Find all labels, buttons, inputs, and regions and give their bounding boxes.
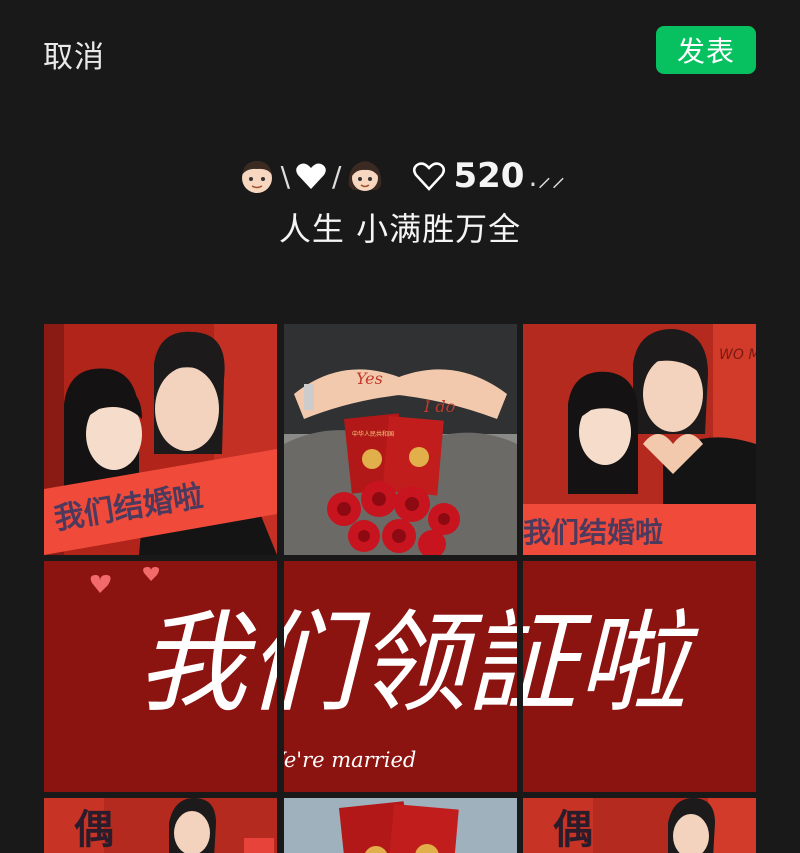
heart-outline-icon — [413, 162, 446, 191]
certificate-closeup-photo — [284, 798, 517, 853]
slash-mark: / — [332, 159, 342, 193]
caption-line-2: 人生 小满胜万全 — [278, 210, 522, 248]
hand-text-left: Yes — [356, 369, 383, 388]
post-caption[interactable]: \ / 520 .⸝⸝ 人生 小满胜万全 — [0, 150, 800, 248]
title-glyph: 我们领証啦 — [523, 599, 699, 727]
photo-thumbnail[interactable]: 我们 — [44, 561, 277, 792]
title-photo-center: 我们领証啦 We're married — [284, 561, 517, 792]
heart-icon — [296, 163, 326, 189]
caption-line-1: \ / 520 .⸝⸝ — [0, 150, 800, 202]
photo-thumbnail[interactable]: 我们领証啦 We're married — [523, 561, 756, 792]
caption-number: 520 — [453, 156, 525, 196]
photo-thumbnail[interactable]: 我们结婚啦 — [44, 324, 277, 555]
caption-tail: .⸝⸝ — [528, 160, 566, 193]
girl-face-icon — [349, 161, 382, 191]
curtain-text: WO MEN — [719, 347, 756, 363]
top-bar: 取消 发表 — [0, 0, 800, 100]
curtain-glyph: 偶 — [553, 807, 593, 853]
cancel-button[interactable]: 取消 — [43, 32, 105, 76]
title-photo-left: 我们 — [44, 561, 277, 792]
boy-face-icon — [241, 161, 272, 193]
photo-thumbnail[interactable]: WO MEN 我们结婚啦 — [523, 324, 756, 555]
groom-photo-2: 偶 — [523, 798, 756, 853]
photo-grid: 我们结婚啦 Yes I do 中华人民共和国 WO 我们结婚啦 我 领 e're… — [44, 324, 757, 853]
photo-thumbnail[interactable]: 偶 — [523, 798, 756, 853]
title-glyph: 我们领証啦 — [284, 599, 517, 727]
banner-text: 我们结婚啦 — [523, 516, 663, 549]
title-glyph: 我们 — [137, 599, 277, 727]
photo-thumbnail[interactable]: 我们领証啦 We're married — [284, 561, 517, 792]
couple-heart-photo: WO MEN 我们结婚啦 — [523, 324, 756, 555]
hand-text-right: I do — [423, 397, 455, 416]
photo-thumbnail[interactable]: Yes I do 中华人民共和国 — [284, 324, 517, 555]
slash-mark: \ — [280, 159, 291, 193]
groom-photo: 偶 — [44, 798, 277, 853]
publish-button[interactable]: 发表 — [656, 26, 756, 74]
photo-thumbnail[interactable] — [284, 798, 517, 853]
curtain-glyph: 偶 — [74, 807, 114, 853]
certificate-label: 中华人民共和国 — [352, 430, 394, 438]
title-english: We're married — [284, 748, 416, 772]
title-photo-right: 我们领証啦 We're married — [523, 561, 756, 792]
certificate-photo: Yes I do 中华人民共和国 — [284, 324, 517, 555]
couple-banner-photo: 我们结婚啦 — [44, 324, 277, 555]
photo-thumbnail[interactable]: 偶 — [44, 798, 277, 853]
